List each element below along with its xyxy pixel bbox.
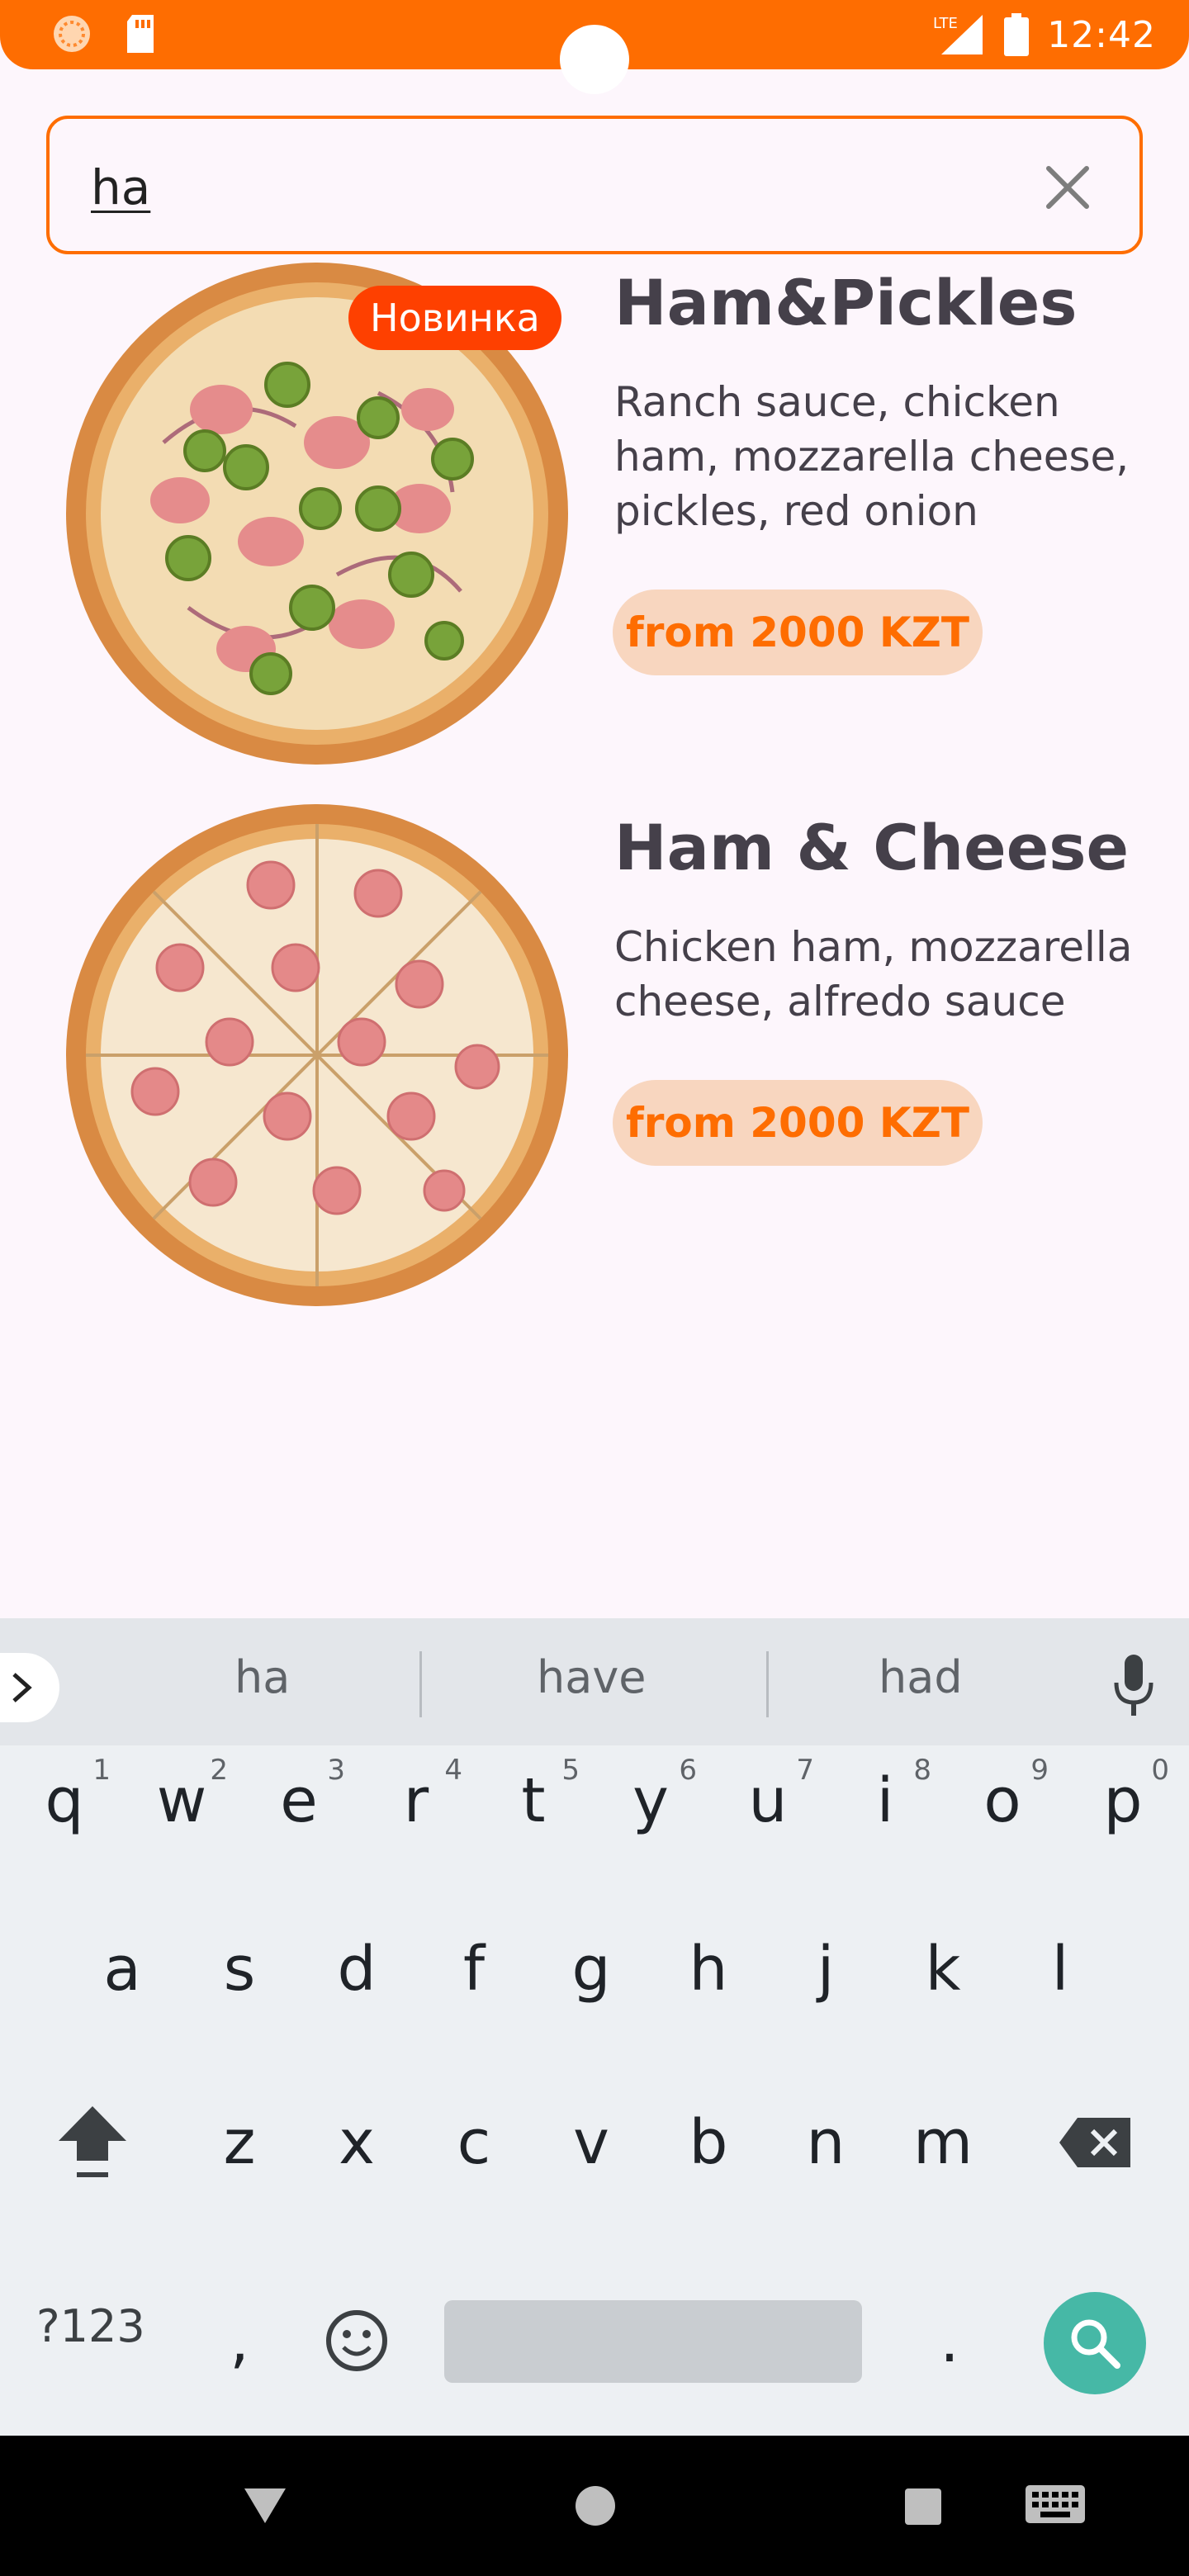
sd-card-icon <box>127 15 154 53</box>
keyboard-switch-icon[interactable] <box>1026 2485 1085 2528</box>
key-h[interactable]: h <box>659 1907 758 2031</box>
key-label: y <box>632 1765 669 1836</box>
key-y[interactable]: y6 <box>601 1739 700 1863</box>
suggestion-item[interactable]: ha <box>234 1651 290 1703</box>
close-icon[interactable] <box>1042 162 1093 213</box>
new-badge: Новинка <box>348 286 561 350</box>
space-key[interactable] <box>444 2300 862 2383</box>
search-icon <box>1071 2319 1120 2369</box>
expand-suggestions-button[interactable] <box>0 1653 59 1722</box>
key-j[interactable]: j <box>776 1907 875 2031</box>
key-hint: 3 <box>327 1754 345 1787</box>
status-left-icons <box>51 13 157 54</box>
comma-key[interactable]: , <box>190 2279 289 2403</box>
key-d[interactable]: d <box>307 1907 406 2031</box>
microphone-icon[interactable] <box>1113 1655 1154 1717</box>
soft-keyboard: ha have had q1 w2 e3 r4 t5 y6 u7 i8 o9 p… <box>0 1618 1189 2436</box>
status-right: LTE 12:42 <box>933 0 1156 69</box>
key-hint: 9 <box>1030 1754 1049 1787</box>
camera-cutout <box>560 25 629 94</box>
key-z[interactable]: z <box>190 2081 289 2204</box>
key-t[interactable]: t5 <box>484 1739 583 1863</box>
status-time: 12:42 <box>1047 13 1156 56</box>
key-label: e <box>280 1765 318 1836</box>
orange-app-icon <box>54 16 90 52</box>
key-hint: 4 <box>444 1754 462 1787</box>
product-description: Ranch sauce, chicken ham, mozzarella che… <box>614 378 1130 535</box>
search-action-key[interactable] <box>1044 2292 1146 2394</box>
key-g[interactable]: g <box>542 1907 641 2031</box>
key-label: p <box>1103 1765 1143 1836</box>
key-c[interactable]: c <box>424 2081 523 2204</box>
suggestion-item[interactable]: have <box>537 1651 647 1703</box>
chevron-right-icon <box>12 1673 32 1702</box>
recents-icon[interactable] <box>905 2488 941 2525</box>
key-q[interactable]: q1 <box>15 1739 114 1863</box>
key-r[interactable]: r4 <box>367 1739 466 1863</box>
suggestion-divider <box>419 1651 422 1717</box>
key-hint: 0 <box>1151 1754 1169 1787</box>
product-name: Ham&Pickles <box>614 266 1078 339</box>
key-m[interactable]: m <box>893 2081 992 2204</box>
battery-icon <box>1004 13 1030 56</box>
emoji-key[interactable] <box>307 2279 406 2403</box>
key-hint: 2 <box>210 1754 228 1787</box>
lte-signal-icon: LTE <box>933 15 983 54</box>
key-label: w <box>156 1765 207 1836</box>
product-description: Chicken ham, mozzarella cheese, alfredo … <box>614 923 1133 1025</box>
home-icon[interactable] <box>575 2485 616 2526</box>
key-p[interactable]: p0 <box>1073 1739 1172 1863</box>
key-k[interactable]: k <box>893 1907 992 2031</box>
key-n[interactable]: n <box>776 2081 875 2204</box>
key-label: i <box>876 1765 894 1836</box>
price-button[interactable]: from 2000 KZT <box>613 590 983 675</box>
key-label: u <box>748 1765 788 1836</box>
price-button[interactable]: from 2000 KZT <box>613 1080 983 1166</box>
key-label: q <box>45 1765 84 1836</box>
status-bar: LTE 12:42 <box>0 0 1189 94</box>
key-s[interactable]: s <box>190 1907 289 2031</box>
search-box <box>46 116 1143 254</box>
key-label: o <box>983 1765 1021 1836</box>
ham-cheese-pizza-image <box>66 804 568 1306</box>
key-x[interactable]: x <box>307 2081 406 2204</box>
key-label: r <box>403 1765 429 1836</box>
symbols-key[interactable]: ?123 <box>36 2300 145 2352</box>
key-hint: 6 <box>679 1754 697 1787</box>
svg-text:LTE: LTE <box>933 15 958 32</box>
key-i[interactable]: i8 <box>836 1739 935 1863</box>
key-hint: 1 <box>92 1754 111 1787</box>
backspace-icon <box>1059 2118 1130 2167</box>
product-name: Ham & Cheese <box>614 811 1130 884</box>
key-a[interactable]: a <box>73 1907 172 2031</box>
shift-key[interactable] <box>43 2081 142 2204</box>
key-u[interactable]: u7 <box>718 1739 817 1863</box>
key-b[interactable]: b <box>659 2081 758 2204</box>
key-hint: 5 <box>561 1754 580 1787</box>
key-w[interactable]: w2 <box>132 1739 231 1863</box>
key-l[interactable]: l <box>1011 1907 1110 2031</box>
key-o[interactable]: o9 <box>953 1739 1052 1863</box>
key-f[interactable]: f <box>424 1907 523 2031</box>
suggestion-item[interactable]: had <box>879 1651 963 1703</box>
navigation-bar <box>0 2436 1189 2576</box>
shift-icon <box>59 2106 126 2177</box>
period-key[interactable]: . <box>900 2279 999 2403</box>
key-hint: 7 <box>796 1754 814 1787</box>
backspace-key[interactable] <box>1045 2081 1144 2204</box>
search-input[interactable] <box>91 152 999 223</box>
key-hint: 8 <box>913 1754 931 1787</box>
suggestion-strip: ha have had <box>0 1618 1189 1745</box>
back-icon[interactable] <box>243 2487 287 2525</box>
suggestion-divider <box>766 1651 769 1717</box>
emoji-icon <box>326 2310 387 2371</box>
key-e[interactable]: e3 <box>249 1739 348 1863</box>
key-v[interactable]: v <box>542 2081 641 2204</box>
key-label: t <box>521 1765 546 1836</box>
